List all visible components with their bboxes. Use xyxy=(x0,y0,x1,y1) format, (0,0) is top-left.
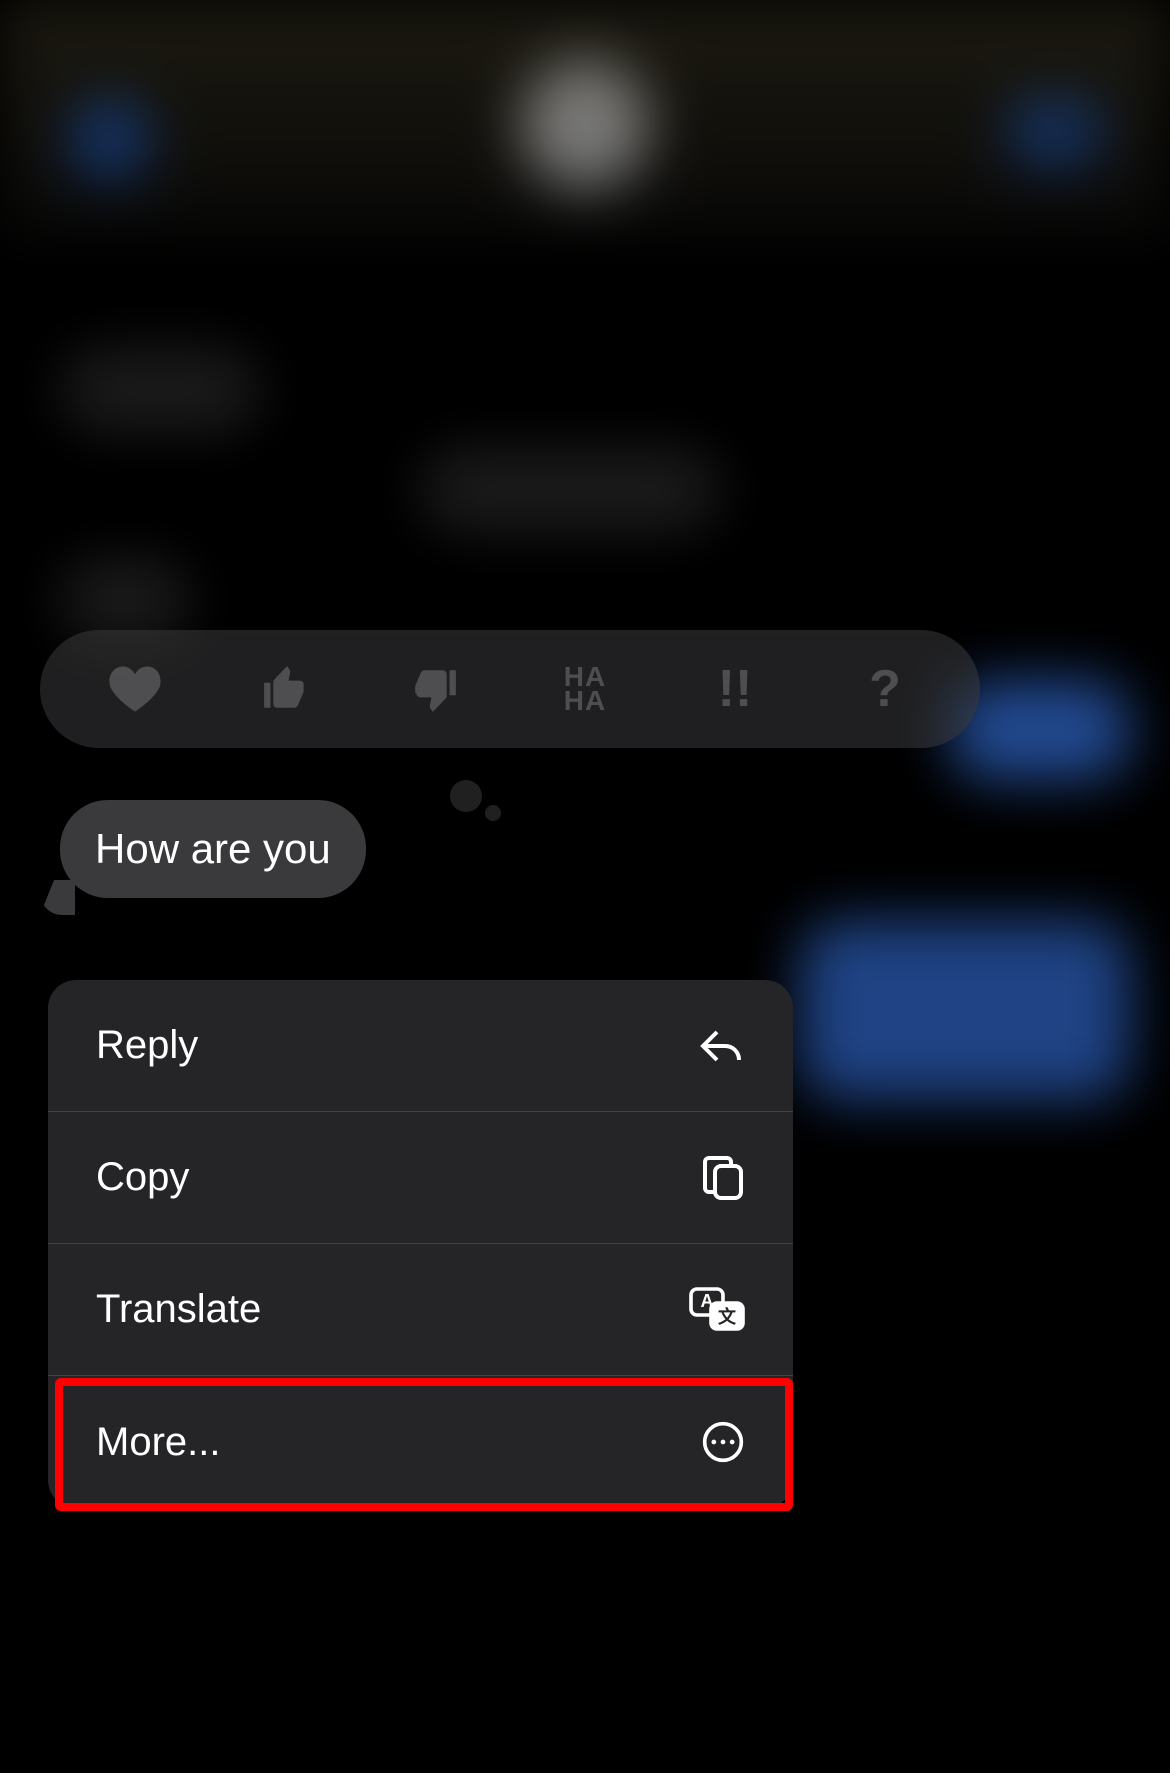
nav-bar-blurred xyxy=(0,0,1170,240)
reply-icon xyxy=(697,1026,745,1066)
menu-item-label: More... xyxy=(96,1420,220,1465)
menu-item-label: Copy xyxy=(96,1155,189,1200)
facetime-button-blurred xyxy=(1010,100,1100,165)
heart-reaction[interactable] xyxy=(75,630,195,748)
more-icon xyxy=(701,1420,745,1464)
haha-icon: HAHA xyxy=(564,665,606,713)
translate-menu-item[interactable]: Translate A 文 xyxy=(48,1244,793,1376)
tapback-tail xyxy=(450,780,482,812)
more-menu-item[interactable]: More... xyxy=(48,1376,793,1508)
thumbs-up-reaction[interactable] xyxy=(225,630,345,748)
tapback-tail xyxy=(485,805,501,821)
message-text: How are you xyxy=(95,825,331,872)
exclaim-reaction[interactable]: !! xyxy=(675,630,795,748)
thumbs-up-icon xyxy=(260,664,310,714)
message-bubble-blurred xyxy=(420,450,720,530)
message-bubble-blurred xyxy=(60,560,190,640)
exclaim-icon: !! xyxy=(718,659,753,719)
question-icon: ? xyxy=(869,659,901,719)
back-button-blurred xyxy=(70,100,150,180)
thumbs-down-icon xyxy=(410,664,460,714)
selected-message-bubble[interactable]: How are you xyxy=(60,800,366,898)
contact-avatar-blurred xyxy=(520,60,650,190)
message-bubble-blurred xyxy=(800,920,1130,1100)
reply-menu-item[interactable]: Reply xyxy=(48,980,793,1112)
menu-item-label: Translate xyxy=(96,1287,261,1332)
copy-icon xyxy=(701,1154,745,1202)
haha-reaction[interactable]: HAHA xyxy=(525,630,645,748)
menu-item-label: Reply xyxy=(96,1023,198,1068)
message-context-menu: Reply Copy Translate A 文 More... xyxy=(48,980,793,1508)
translate-icon: A 文 xyxy=(689,1287,745,1333)
thumbs-down-reaction[interactable] xyxy=(375,630,495,748)
svg-text:文: 文 xyxy=(718,1306,737,1327)
message-bubble-blurred xyxy=(60,350,260,430)
tapback-reaction-bar: HAHA !! ? xyxy=(40,630,980,748)
heart-icon xyxy=(108,664,162,714)
question-reaction[interactable]: ? xyxy=(825,630,945,748)
copy-menu-item[interactable]: Copy xyxy=(48,1112,793,1244)
